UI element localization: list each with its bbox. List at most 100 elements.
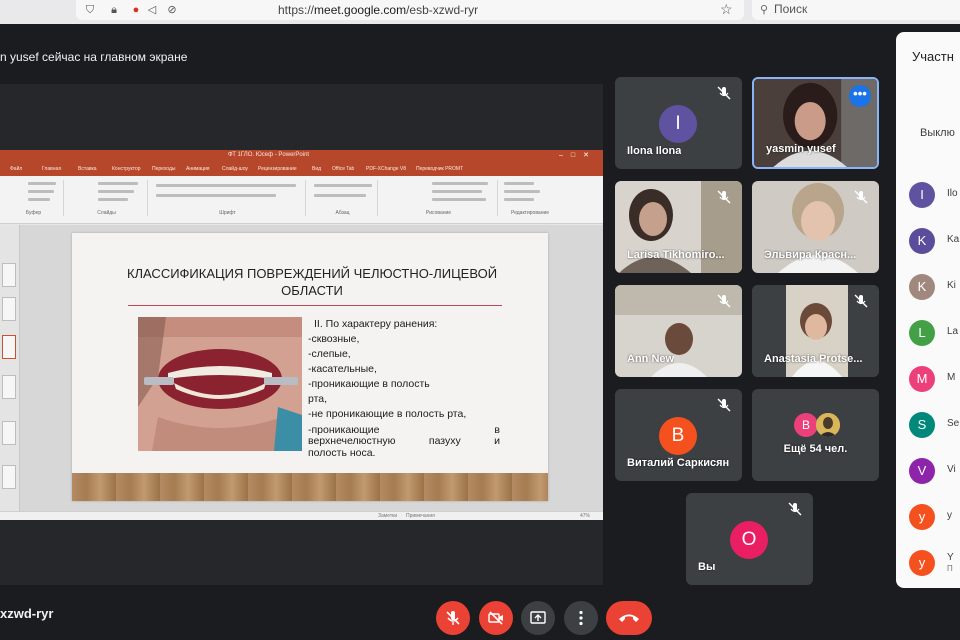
current-slide: КЛАССИФИКАЦИЯ ПОВРЕЖДЕНИЙ ЧЕЛЮСТНО-ЛИЦЕВ…	[72, 233, 548, 501]
participant-name: Ilona Ilona	[627, 145, 682, 157]
slide-thumbnail[interactable]	[2, 421, 16, 445]
mic-off-icon	[788, 502, 802, 516]
mic-off-icon	[717, 294, 731, 308]
avatar: B	[794, 413, 818, 437]
slide-thumbnails-pane[interactable]	[0, 225, 20, 511]
ribbon-group-font: Шрифт	[150, 180, 306, 216]
slide-list-item-cont: полость носа.	[308, 447, 376, 459]
microphone-toggle-button[interactable]	[436, 601, 470, 635]
participant-list-name: Ki	[947, 280, 956, 291]
participant-tile[interactable]: В Виталий Саркисян	[615, 389, 742, 481]
status-notes[interactable]: Заметки	[378, 513, 397, 519]
avatar: V	[909, 458, 935, 484]
slide-thumbnail[interactable]	[2, 375, 16, 399]
participant-tile[interactable]: Эльвира Красн...	[752, 181, 879, 273]
ribbon-group-paragraph: Абзац	[308, 180, 378, 216]
microphone-icon[interactable]: ●	[130, 4, 142, 16]
avatar: S	[909, 412, 935, 438]
presenting-banner: n yusef сейчас на главном экране	[0, 50, 188, 64]
self-tile[interactable]: O Вы	[686, 493, 813, 585]
more-options-icon[interactable]: •••	[849, 85, 871, 107]
participant-list-item[interactable]: S Se	[909, 412, 960, 440]
present-screen-button[interactable]	[521, 601, 555, 635]
slide-list-item: -касательные,	[308, 363, 377, 375]
ribbon-group-label: Рисование	[425, 210, 452, 216]
ppt-tab: Вид	[312, 166, 322, 172]
ppt-tab: PDF-XChange V8	[366, 166, 407, 172]
participant-list-item[interactable]: K Ka	[909, 228, 960, 256]
participant-list-item[interactable]: V Vi	[909, 458, 960, 486]
mute-all-label[interactable]: Выклю	[920, 127, 955, 139]
url-text[interactable]: https://meet.google.com/esb-xzwd-ryr	[278, 3, 478, 17]
more-participants-tile[interactable]: B Ещё 54 чел.	[752, 389, 879, 481]
search-placeholder: Поиск	[774, 2, 808, 16]
slide-thumbnail-selected[interactable]	[2, 335, 16, 359]
ribbon-group-editing: Редактирование	[500, 180, 560, 216]
participant-list-item[interactable]: y y	[909, 504, 960, 532]
slide-list-item: -проникающие в полость	[308, 378, 430, 390]
slide-title: КЛАССИФИКАЦИЯ ПОВРЕЖДЕНИЙ ЧЕЛЮСТНО-ЛИЦЕВ…	[126, 266, 498, 298]
ribbon-group-label: Шрифт	[219, 210, 236, 216]
mic-off-icon	[717, 86, 731, 100]
leave-call-button[interactable]	[606, 601, 652, 635]
more-participants-label: Ещё 54 чел.	[783, 443, 848, 455]
slide-thumbnail[interactable]	[2, 263, 16, 287]
avatar: K	[909, 274, 935, 300]
participant-tile[interactable]: Larisa Tikhomiro...	[615, 181, 742, 273]
ppt-status-bar: Заметки Примечания 47%	[0, 511, 603, 520]
slide-thumbnail[interactable]	[2, 297, 16, 321]
mic-off-icon	[854, 190, 868, 204]
ribbon-group-label: Буфер	[25, 210, 42, 216]
participant-list-name: Se	[947, 418, 960, 429]
lock-icon[interactable]: 🔒︎	[108, 4, 120, 16]
ppt-tab: Вставка	[78, 166, 97, 172]
participant-name: Вы	[698, 561, 716, 573]
participant-tile[interactable]: Anastasia Protse...	[752, 285, 879, 377]
ribbon-group-drawing: Рисование	[380, 180, 498, 216]
mic-off-icon	[717, 398, 731, 412]
participant-tile[interactable]: I Ilona Ilona	[615, 77, 742, 169]
mic-off-icon	[854, 294, 868, 308]
avatar: y	[909, 504, 935, 530]
slide-body-text: II. По характеру ранения: -сквозные, -сл…	[308, 317, 500, 459]
slide-thumbnail[interactable]	[2, 465, 16, 489]
search-icon: ⚲	[760, 4, 769, 16]
address-bar[interactable]: ⛉ 🔒︎ ● ◁ ⊘ https://meet.google.com/esb-x…	[76, 0, 744, 20]
slide-text-heading: II. По характеру ранения:	[314, 318, 438, 330]
more-vert-icon	[579, 610, 583, 626]
camera-off-icon[interactable]: ⊘	[166, 4, 178, 16]
meeting-code: xzwd-ryr	[0, 606, 54, 621]
participant-list-item[interactable]: y Y П	[909, 550, 960, 578]
participant-name: Anastasia Protse...	[764, 353, 863, 365]
participant-list-item[interactable]: L La	[909, 320, 960, 348]
camera-off-icon	[488, 611, 503, 625]
ppt-ribbon: Буфер Слайды Шрифт Абзац Рисование Редак…	[0, 176, 603, 224]
participant-list-name: Ka	[947, 234, 960, 245]
participant-list-item[interactable]: I Ilo	[909, 182, 960, 210]
slide-list-item: -слепые,	[308, 348, 351, 360]
participant-list-item[interactable]: M M	[909, 366, 960, 394]
camera-toggle-button[interactable]	[479, 601, 513, 635]
panel-title: Участн	[912, 49, 954, 64]
participant-list-name: M	[947, 372, 956, 383]
participant-list-item[interactable]: K Ki	[909, 274, 960, 302]
speaker-icon[interactable]: ◁	[146, 4, 158, 16]
ribbon-group-slides: Слайды	[66, 180, 148, 216]
ppt-title-bar: ФТ 1ГЛО. Юсеф - PowerPoint –□✕	[0, 150, 603, 164]
avatar: O	[730, 521, 768, 559]
participant-tile[interactable]: Ann New	[615, 285, 742, 377]
shield-icon[interactable]: ⛉	[84, 4, 96, 16]
mic-off-icon	[446, 611, 460, 625]
participant-tile-presenting[interactable]: ••• yasmin yusef	[752, 77, 879, 169]
ppt-tab: Слайд-шоу	[222, 166, 248, 172]
browser-search-box[interactable]: ⚲ Поиск	[752, 0, 960, 20]
status-comments[interactable]: Примечания	[406, 513, 435, 519]
ppt-tab: Файл	[10, 166, 23, 172]
bookmark-star-icon[interactable]: ☆	[720, 1, 733, 18]
participant-list-name: y	[947, 510, 952, 521]
more-options-button[interactable]	[564, 601, 598, 635]
slide-list-item: -не проникающие в полость рта,	[308, 408, 467, 420]
avatar: M	[909, 366, 935, 392]
ribbon-group-clipboard: Буфер	[4, 180, 64, 216]
status-zoom[interactable]: 47%	[580, 513, 590, 519]
